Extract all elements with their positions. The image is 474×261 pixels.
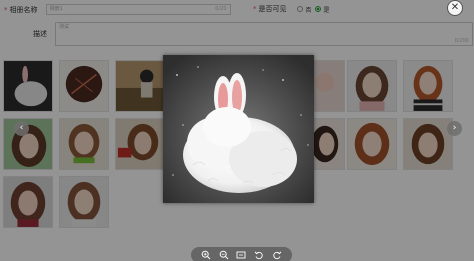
zoom-in-icon[interactable] [200,250,211,261]
next-image-button[interactable]: › [447,121,462,136]
rotate-right-icon[interactable] [272,250,283,261]
image-toolbar [191,247,292,261]
prev-image-button[interactable]: ‹ [14,121,29,136]
rotate-left-icon[interactable] [254,250,265,261]
rabbit-image [163,55,314,203]
original-size-icon[interactable] [236,250,247,261]
preview-image [163,55,314,203]
close-button[interactable]: ✕ [447,0,463,16]
zoom-out-icon[interactable] [218,250,229,261]
